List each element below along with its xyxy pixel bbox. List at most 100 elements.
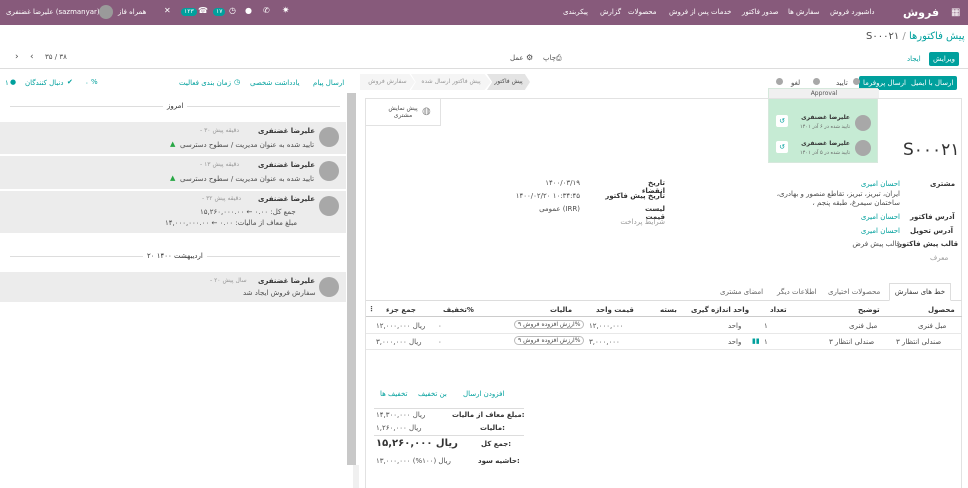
col-subtotal[interactable]: جمع جزء [386, 306, 416, 314]
pager-prev-icon[interactable]: ‹ [30, 52, 34, 62]
edit-button[interactable]: ویرایش [929, 52, 960, 66]
menu-after-sales[interactable]: خدمات پس از فروش [669, 8, 731, 16]
forecast-icon[interactable]: ▮▮ [752, 337, 760, 345]
promotions-link[interactable]: تخفیف ها [380, 390, 407, 398]
coupon-link[interactable]: بن تخفیف [418, 390, 447, 398]
send-message-button[interactable]: ارسال پیام [313, 79, 344, 87]
delivery-address-value[interactable]: احسان امیری [830, 227, 900, 235]
row-discount[interactable]: ۰ [438, 322, 442, 330]
stage-quotation-sent[interactable]: پیش فاکتور ارسال شده [411, 74, 491, 90]
menu-sales-dashboard[interactable]: داشبورد فروش [830, 8, 875, 16]
log-note-button[interactable]: یادداشت شخصی [250, 79, 300, 87]
follow-check-icon[interactable]: ✔ [67, 78, 73, 86]
col-taxes[interactable]: مالیات [550, 306, 572, 314]
chatter-scrollbar[interactable] [347, 93, 356, 465]
row-quantity[interactable]: ۱ [764, 338, 768, 346]
quotation-date-value[interactable]: ۱۴۰۰/۰۲/۲۰ ۱۰:۳۴:۴۵ [500, 192, 580, 200]
apps-menu-icon[interactable]: ▦ [951, 7, 960, 18]
col-discount[interactable]: تخفیف% [443, 306, 474, 314]
row-tax-tag[interactable]: ارزش افزوده فروش ۹% [514, 320, 585, 329]
tab-customer-signature[interactable]: امضای مشتری [720, 288, 763, 296]
referrer-label: معرف [930, 254, 949, 262]
message-avatar [319, 277, 339, 297]
stage-quotation[interactable]: پیش فاکتور [487, 74, 530, 90]
tab-optional-products[interactable]: محصولات اختیاری [828, 288, 880, 296]
followers-count[interactable]: ۱ [5, 79, 9, 87]
create-button[interactable]: ایجاد [907, 55, 921, 63]
activity-icon[interactable]: ☎ [198, 6, 208, 15]
customer-value[interactable]: احسان امیری [830, 180, 900, 188]
col-unit-price[interactable]: قیمت واحد [596, 306, 634, 314]
row-unit-price[interactable]: ۳,۰۰۰,۰۰۰ [589, 338, 620, 346]
menu-products[interactable]: محصولات [628, 8, 657, 16]
stage-sales-order[interactable]: سفارش فروش [360, 74, 415, 90]
message-avatar [319, 196, 339, 216]
chat-icon[interactable]: ● [245, 6, 252, 15]
menu-reporting[interactable]: گزارش [600, 8, 621, 16]
pricelist-value[interactable]: عمومی (IRR) [520, 205, 580, 213]
attachments-count[interactable]: ۰ [85, 79, 89, 87]
untaxed-value: ۱۴,۳۰۰,۰۰۰ ریال [376, 411, 426, 419]
tools-icon[interactable]: ✕ [164, 6, 171, 15]
send-email-button[interactable]: ارسال با ایمیل [907, 76, 958, 90]
customer-label: مشتری [930, 180, 956, 188]
followers-button[interactable]: دنبال کنندگان [25, 79, 63, 87]
user-menu[interactable]: علیرضا غضنفری (sazmanyar) [6, 8, 100, 16]
bug-icon[interactable]: ✷ [282, 6, 290, 16]
table-row[interactable]: صندلی انتظار ۳ صندلی انتظار ۳ ۱ ▮▮ واحد … [366, 334, 962, 350]
row-tax-tag[interactable]: ارزش افزوده فروش ۹% [514, 336, 585, 345]
approver-avatar-3 [776, 78, 783, 85]
taxes-value: ۱,۲۶۰,۰۰۰ ریال [376, 424, 422, 432]
customer-preview-button[interactable]: ◍ پیش نمایش مشتری [366, 99, 441, 126]
schedule-activity-button[interactable]: زمان بندی فعالیت [179, 79, 231, 87]
page-scrollbar-track[interactable] [353, 465, 359, 488]
col-package[interactable]: بسته [660, 306, 677, 314]
menu-configuration[interactable]: پیکربندی [563, 8, 588, 16]
column-options-icon[interactable]: ⋮ [368, 305, 375, 313]
app-title[interactable]: فروش [903, 6, 939, 19]
row-uom[interactable]: واحد [728, 338, 741, 346]
action-button[interactable]: عمل [510, 54, 524, 62]
print-icon[interactable]: ⎙ [556, 54, 562, 63]
gear-icon[interactable]: ⚙ [526, 53, 533, 62]
totals-divider [374, 408, 524, 409]
menu-invoicing[interactable]: صدور فاکتور [742, 8, 779, 16]
row-description[interactable]: صندلی انتظار ۳ [829, 338, 874, 346]
row-discount[interactable]: ۰ [438, 338, 442, 346]
breadcrumb-parent[interactable]: پیش فاکتورها [909, 31, 965, 42]
row-unit-price[interactable]: ۱۲,۰۰۰,۰۰۰ [589, 322, 624, 330]
pager-next-icon[interactable]: › [15, 52, 19, 62]
chatter-message: علیرضا غضنفری - ۱۳ دقیقه پیش تایید شده ب… [0, 156, 346, 189]
tab-other-info[interactable]: اطلاعات دیگر [777, 288, 817, 296]
row-uom[interactable]: واحد [728, 322, 741, 330]
stage-quotation-label: پیش فاکتور [494, 78, 523, 85]
paperclip-icon[interactable]: % [91, 78, 98, 86]
row-product[interactable]: صندلی انتظار ۳ [896, 338, 941, 346]
col-product[interactable]: محصول [928, 306, 955, 314]
thumbs-up-icon[interactable]: ▲ [170, 174, 175, 182]
messages-badge: ۱۷ [213, 8, 226, 16]
add-shipping-link[interactable]: افزودن ارسال [463, 390, 504, 398]
invoice-address-value[interactable]: احسان امیری [830, 213, 900, 221]
col-quantity[interactable]: تعداد [770, 306, 787, 314]
table-row[interactable]: مبل فنری مبل فنری ۱ واحد ۱۲,۰۰۰,۰۰۰ ارزش… [366, 318, 962, 334]
print-button[interactable]: چاپ [543, 54, 556, 62]
template-value[interactable]: قالب پیش فرض [830, 240, 900, 248]
menu-orders[interactable]: سفارش ها [788, 8, 820, 16]
thumbs-up-icon[interactable]: ▲ [170, 140, 175, 148]
expiration-value[interactable]: ۱۴۰۰/۰۳/۱۹ [520, 179, 580, 187]
cancel-button[interactable]: لغو [791, 79, 800, 87]
col-uom[interactable]: واحد اندازه گیری [691, 306, 749, 314]
phone-icon[interactable]: ✆ [263, 6, 270, 15]
pager-value[interactable]: ۳۵ / ۳۸ [45, 53, 67, 61]
tab-order-lines-label: خط های سفارش [894, 288, 946, 296]
row-description[interactable]: مبل فنری [849, 322, 877, 330]
message-body: سفارش فروش ایجاد شد [243, 289, 316, 297]
confirm-button[interactable]: تایید [836, 79, 848, 87]
col-description[interactable]: توضیح [858, 306, 880, 314]
tab-order-lines[interactable]: خط های سفارش [889, 283, 951, 301]
row-product[interactable]: مبل فنری [918, 322, 946, 330]
company-switcher[interactable]: همراه فاز [118, 8, 146, 16]
row-quantity[interactable]: ۱ [764, 322, 768, 330]
clock-icon[interactable]: ◷ [229, 6, 236, 15]
